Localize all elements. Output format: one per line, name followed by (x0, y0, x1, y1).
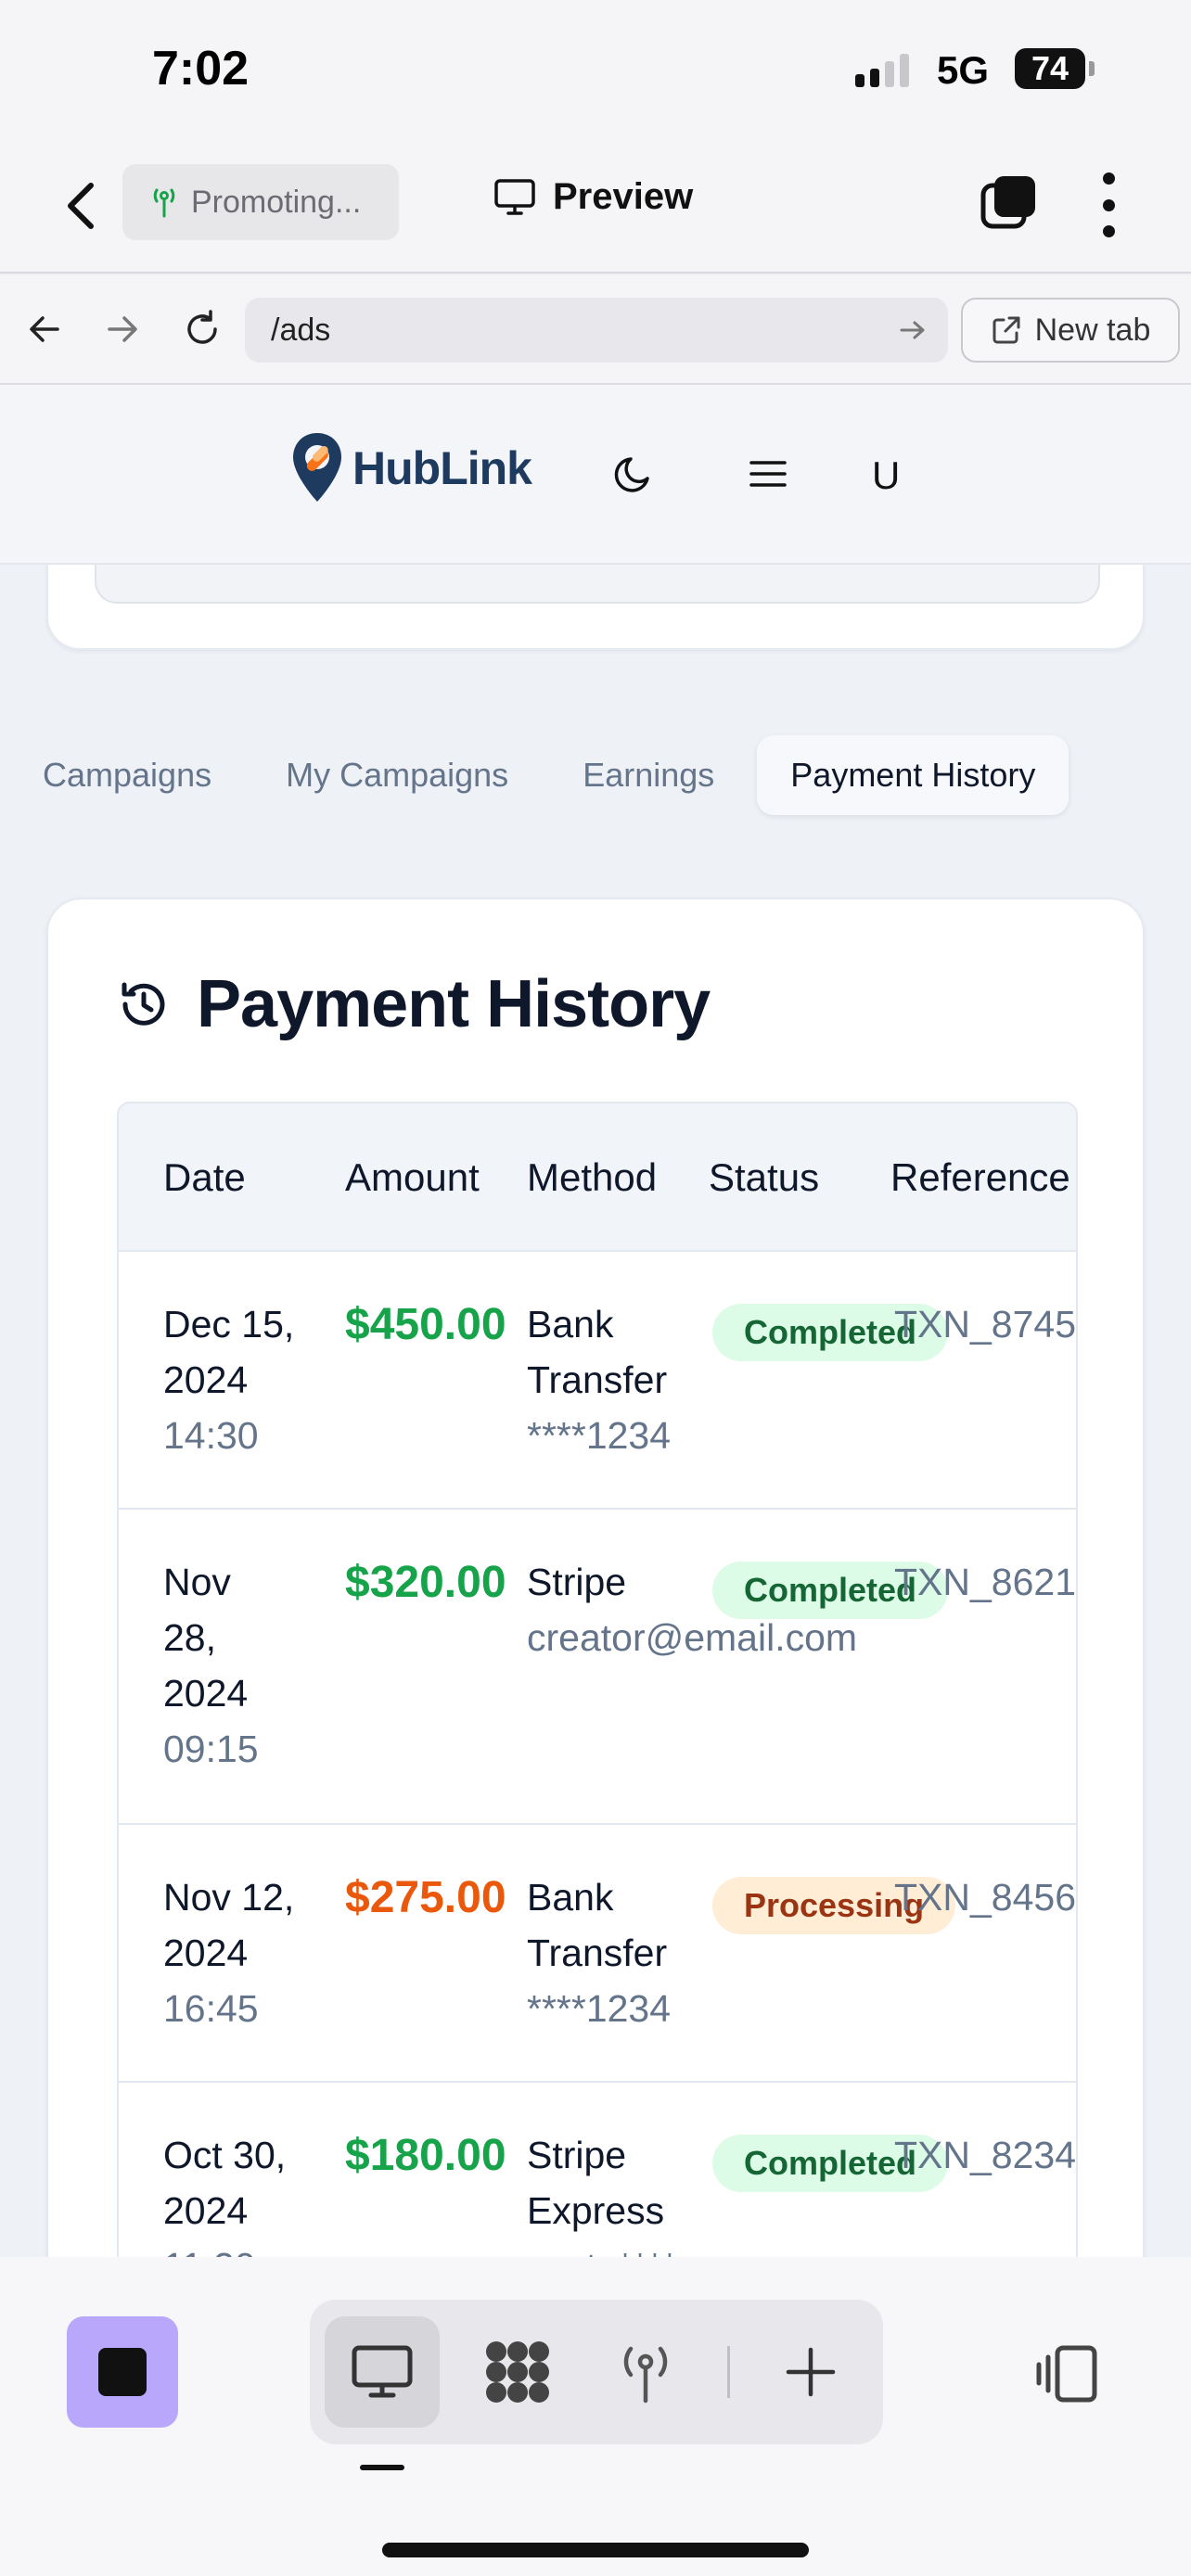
reload-icon[interactable] (176, 303, 228, 355)
tab-pill[interactable]: Promoting... (122, 164, 399, 240)
user-avatar[interactable]: U (872, 453, 900, 498)
payment-time: 14:30 (163, 1414, 259, 1457)
previous-card-inner (95, 565, 1100, 604)
go-arrow-icon[interactable] (896, 313, 929, 347)
tab-my-campaigns[interactable]: My Campaigns (260, 735, 534, 815)
status-bar: 7:02 5G 74 (0, 0, 1191, 139)
broadcast-icon (153, 188, 175, 218)
date-cell: Nov 28, 2024 09:15 (163, 1554, 275, 1777)
previous-card (46, 565, 1145, 650)
tab-payment-history[interactable]: Payment History (757, 735, 1069, 815)
new-tab-button[interactable]: New tab (961, 298, 1180, 363)
payment-reference: TXN_8234 (894, 2134, 1077, 2176)
new-tab-label: New tab (1034, 312, 1151, 348)
stop-button[interactable] (67, 2316, 178, 2428)
browser-toolbar: Promoting... Preview (0, 139, 1191, 274)
payment-amount: $180.00 (345, 2131, 506, 2180)
table-row[interactable]: Nov 12, 2024 16:45 $275.00 Bank Transfer… (119, 1825, 1076, 2083)
tab-campaigns[interactable]: Campaigns (17, 735, 237, 815)
url-bar-row: /ads New tab (0, 275, 1191, 385)
status-time: 7:02 (152, 42, 250, 96)
monitor-icon (494, 178, 535, 215)
bubbles-grid-icon (486, 2341, 549, 2403)
stop-icon (98, 2348, 147, 2396)
chevron-left-icon[interactable] (59, 178, 104, 234)
payment-history-card: Payment History Date Amount Method Statu… (46, 898, 1145, 2289)
preview-label: Preview (553, 176, 694, 217)
payment-amount: $320.00 (345, 1558, 506, 1607)
brand-name: HubLink (352, 442, 532, 494)
forward-arrow-icon[interactable] (96, 303, 148, 355)
payment-amount: $450.00 (345, 1300, 506, 1349)
date-cell: Dec 15, 2024 14:30 (163, 1296, 339, 1463)
more-options-icon[interactable] (1095, 172, 1122, 237)
desktop-mode-button[interactable] (325, 2316, 440, 2428)
app-header: HubLink U (0, 385, 1191, 565)
home-indicator[interactable] (382, 2543, 809, 2557)
payments-table: Date Amount Method Status Reference Dec … (117, 1102, 1078, 2287)
url-input[interactable]: /ads (245, 298, 948, 363)
column-header-status: Status (709, 1155, 820, 1199)
payment-time: 09:15 (163, 1728, 259, 1770)
table-row[interactable]: Dec 15, 2024 14:30 $450.00 Bank Transfer… (119, 1252, 1076, 1510)
broadcast-icon (623, 2346, 668, 2404)
date-cell: Nov 12, 2024 16:45 (163, 1869, 339, 2036)
payment-date: Nov 28, 2024 (163, 1561, 249, 1715)
active-mode-indicator (360, 2465, 404, 2470)
hublink-logo[interactable]: HubLink (288, 429, 532, 507)
moon-icon[interactable] (610, 450, 659, 498)
tab-bar: Campaigns My Campaigns Earnings Payment … (17, 735, 1069, 815)
column-header-date: Date (163, 1155, 246, 1199)
add-button[interactable] (753, 2316, 868, 2428)
location-pin-logo-icon (293, 433, 341, 502)
payment-method-detail: ****1234 (527, 1987, 672, 2030)
payment-method: Bank Transfer (527, 1876, 668, 1974)
grid-mode-button[interactable] (460, 2316, 575, 2428)
tab-title: Promoting... (191, 184, 362, 220)
column-header-method: Method (527, 1155, 658, 1199)
plus-icon (786, 2347, 836, 2397)
battery-icon: 74 (1015, 48, 1085, 89)
mode-switcher (310, 2300, 883, 2444)
payment-date: Dec 15, 2024 (163, 1303, 295, 1401)
bottom-toolbar (0, 2257, 1191, 2576)
history-icon (122, 982, 165, 1026)
payment-reference: TXN_8456 (894, 1876, 1077, 1919)
external-link-icon (992, 316, 1020, 344)
menu-icon[interactable] (744, 450, 792, 498)
tab-earnings[interactable]: Earnings (557, 735, 740, 815)
column-header-reference: Reference (890, 1155, 1070, 1199)
table-row[interactable]: Nov 28, 2024 09:15 $320.00 Stripe creato… (119, 1510, 1076, 1825)
signal-icon (855, 54, 909, 87)
page-title: Payment History (197, 967, 711, 1041)
payment-reference: TXN_8621 (894, 1561, 1077, 1603)
url-text: /ads (271, 312, 331, 348)
back-arrow-icon[interactable] (19, 303, 70, 355)
network-label: 5G (937, 48, 990, 92)
payment-method: Bank Transfer (527, 1303, 668, 1401)
preview-button[interactable]: Preview (493, 176, 693, 218)
payment-time: 16:45 (163, 1987, 259, 2030)
payment-date: Nov 12, 2024 (163, 1876, 295, 1974)
monitor-icon (352, 2345, 413, 2398)
table-header: Date Amount Method Status Reference (119, 1103, 1076, 1252)
sidebar-toggle-icon[interactable] (1033, 2340, 1100, 2407)
payment-method-detail: ****1234 (527, 1414, 672, 1457)
battery-tip (1089, 61, 1095, 76)
payment-amount: $275.00 (345, 1873, 506, 1922)
divider (727, 2346, 730, 2398)
card-title: Payment History (117, 966, 711, 1042)
payment-method: Stripe Express (527, 2134, 665, 2232)
column-header-amount: Amount (345, 1155, 480, 1199)
payment-date: Oct 30, 2024 (163, 2134, 287, 2232)
payment-reference: TXN_8745 (894, 1303, 1077, 1345)
tabs-switcher-icon[interactable] (980, 172, 1039, 232)
broadcast-mode-button[interactable] (588, 2316, 703, 2428)
